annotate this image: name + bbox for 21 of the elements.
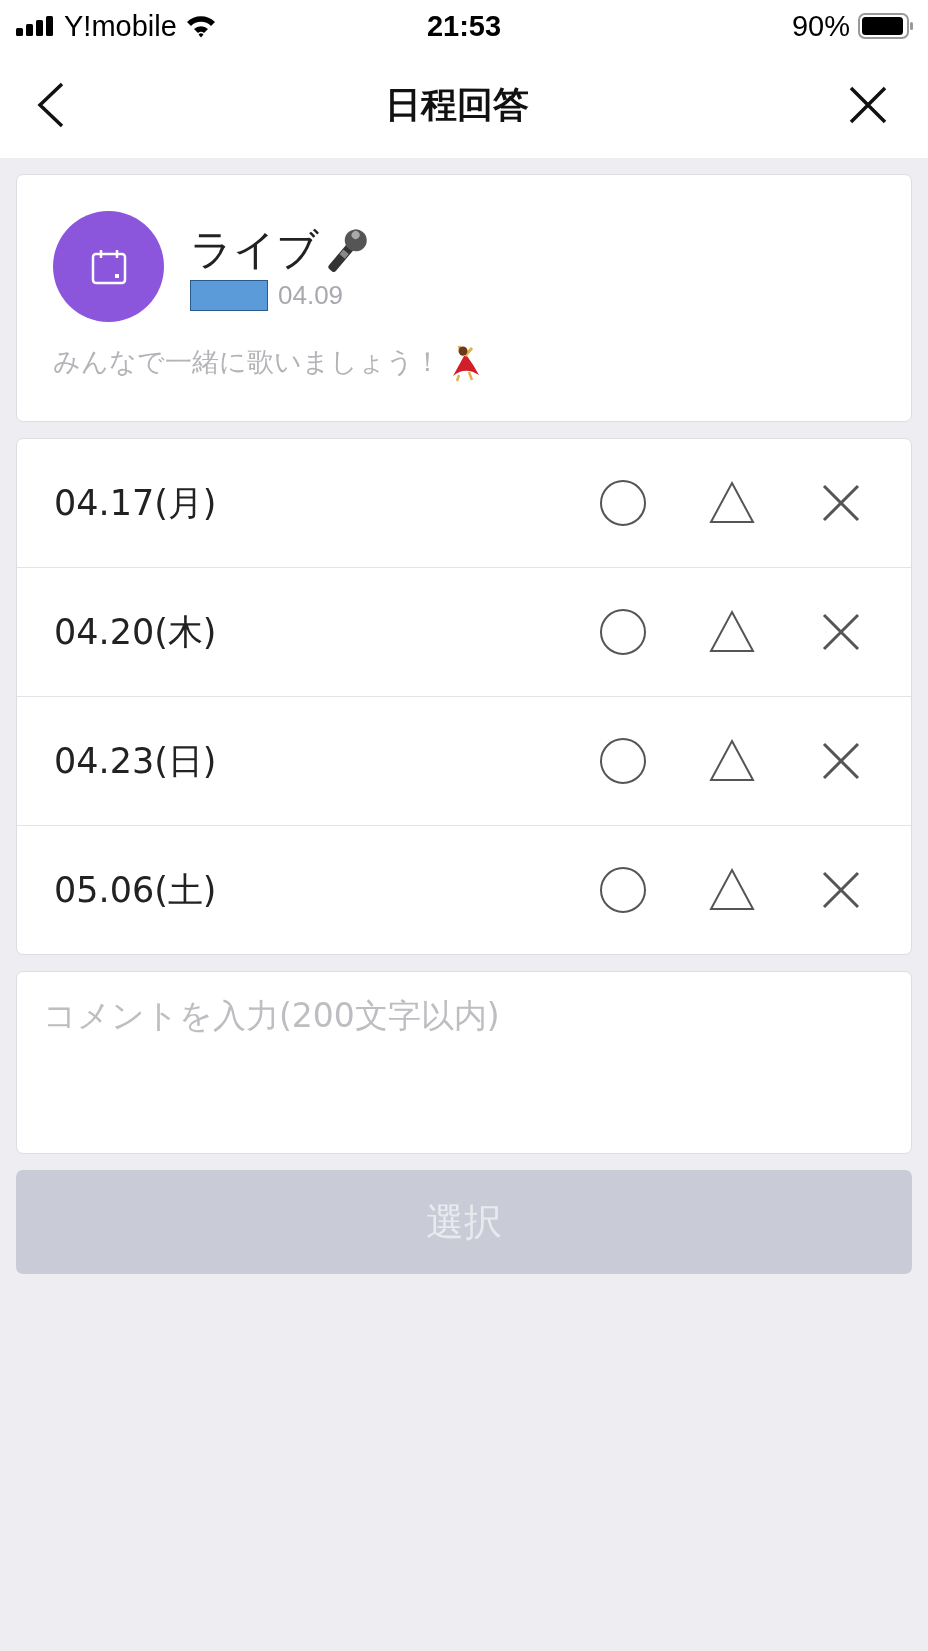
date-label: 04.20(木) <box>54 610 217 654</box>
calendar-icon <box>89 247 128 286</box>
back-icon[interactable] <box>36 82 66 128</box>
event-date: 04.09 <box>278 280 344 311</box>
close-icon[interactable] <box>848 85 888 125</box>
battery-icon <box>858 13 914 39</box>
date-label: 05.06(土) <box>54 868 217 912</box>
battery-percent: 90% <box>791 9 850 43</box>
carrier-name: Y!mobile <box>64 9 177 43</box>
signal-icon <box>16 16 56 36</box>
date-label: 04.23(日) <box>54 739 217 783</box>
event-title: ライブ <box>190 224 319 276</box>
screen-title: 日程回答 <box>385 82 529 127</box>
clock-time: 21:53 <box>425 9 503 43</box>
circle-option-icon[interactable] <box>599 737 647 785</box>
circle-option-icon[interactable] <box>599 479 647 527</box>
circle-option-icon[interactable] <box>599 866 647 914</box>
comment-field[interactable]: コメントを入力(200文字以内) <box>16 971 912 1154</box>
circle-option-icon[interactable] <box>599 608 647 656</box>
event-description: みんなで一緒に歌いましょう！ <box>53 345 441 379</box>
date-label: 04.17(月) <box>54 481 217 525</box>
